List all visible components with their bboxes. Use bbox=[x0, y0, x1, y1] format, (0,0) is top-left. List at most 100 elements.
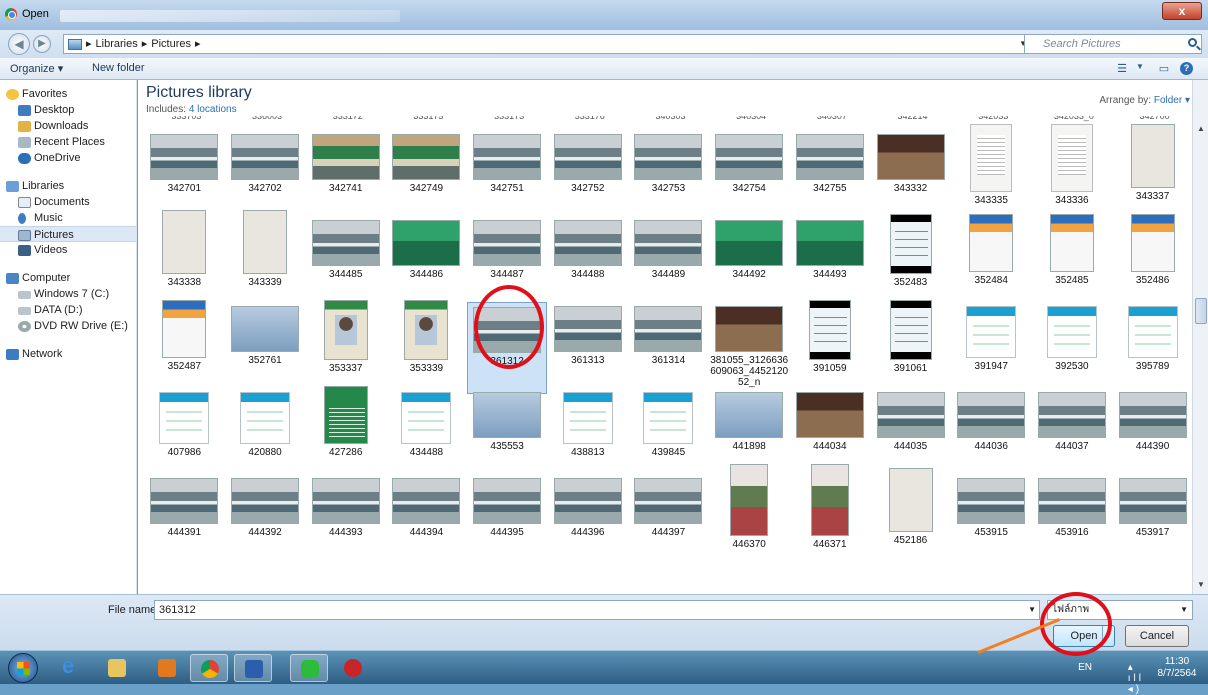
sidebar-item-onedrive[interactable]: OneDrive bbox=[0, 150, 136, 166]
scroll-down-icon[interactable]: ▼ bbox=[1197, 580, 1205, 589]
view-options-icon[interactable]: ☰ bbox=[1114, 62, 1130, 76]
sidebar-item-pictures[interactable]: Pictures bbox=[0, 226, 136, 242]
file-item[interactable]: 352483 bbox=[870, 214, 951, 302]
file-item[interactable]: 427286 bbox=[305, 386, 386, 474]
file-item[interactable]: 342701 bbox=[144, 130, 225, 216]
open-button[interactable]: Open ▼ bbox=[1053, 625, 1115, 647]
file-item[interactable]: 453917 bbox=[1112, 474, 1193, 560]
file-item[interactable]: 342752 bbox=[547, 130, 628, 216]
file-item[interactable]: 444392 bbox=[225, 474, 306, 560]
file-item[interactable]: 353337 bbox=[305, 300, 386, 388]
file-item[interactable]: 444394 bbox=[386, 474, 467, 560]
file-item[interactable]: 352484 bbox=[951, 214, 1032, 302]
file-item[interactable]: 352487 bbox=[144, 300, 225, 388]
scroll-thumb[interactable] bbox=[1195, 298, 1207, 324]
vertical-scrollbar[interactable]: ▲ ▼ bbox=[1192, 80, 1208, 594]
file-item[interactable]: 344485 bbox=[305, 216, 386, 302]
search-icon[interactable] bbox=[1188, 38, 1197, 47]
chrome-button[interactable] bbox=[190, 654, 228, 682]
file-item[interactable]: 392530 bbox=[1032, 302, 1113, 388]
file-item[interactable]: 420880 bbox=[225, 388, 306, 474]
file-item[interactable]: 343338 bbox=[144, 210, 225, 302]
chevron-down-icon[interactable]: ▼ bbox=[1028, 601, 1036, 619]
file-item[interactable]: 344493 bbox=[790, 216, 871, 302]
file-item[interactable]: 353339 bbox=[386, 300, 467, 388]
file-item[interactable]: 391059 bbox=[790, 300, 871, 388]
sidebar-item-computer[interactable]: Computer bbox=[0, 270, 136, 286]
file-item[interactable]: 361314 bbox=[628, 302, 709, 388]
file-item[interactable]: 439845 bbox=[628, 388, 709, 474]
file-item[interactable]: 343337 bbox=[1112, 124, 1193, 216]
file-item[interactable]: 344487 bbox=[467, 216, 548, 302]
crumb-libraries[interactable]: Libraries bbox=[96, 35, 138, 53]
file-item[interactable]: 352761 bbox=[225, 302, 306, 388]
sidebar-item-drive-e[interactable]: DVD RW Drive (E:) bbox=[0, 318, 136, 334]
file-item[interactable]: 352485 bbox=[1032, 214, 1113, 302]
file-item[interactable]: 344488 bbox=[547, 216, 628, 302]
file-item[interactable]: 342749 bbox=[386, 130, 467, 216]
search-input[interactable]: Search Pictures bbox=[1024, 34, 1202, 54]
file-item[interactable]: 444397 bbox=[628, 474, 709, 560]
open-split-dropdown[interactable]: ▼ bbox=[1102, 626, 1114, 646]
internet-explorer-button[interactable]: e bbox=[52, 654, 90, 682]
sidebar-item-videos[interactable]: Videos bbox=[0, 242, 136, 258]
file-item[interactable]: 343332 bbox=[870, 130, 951, 216]
file-item[interactable]: 444395 bbox=[467, 474, 548, 560]
file-item[interactable]: 444037 bbox=[1032, 388, 1113, 474]
file-item[interactable]: 444390 bbox=[1112, 388, 1193, 474]
sidebar-item-music[interactable]: Music bbox=[0, 210, 136, 226]
file-item[interactable]: 441898 bbox=[709, 388, 790, 474]
file-item[interactable]: 444391 bbox=[144, 474, 225, 560]
file-name-input[interactable]: 361312 ▼ bbox=[154, 600, 1040, 620]
file-item[interactable]: 407986 bbox=[144, 388, 225, 474]
line-button[interactable] bbox=[290, 654, 328, 682]
file-item[interactable]: 444396 bbox=[547, 474, 628, 560]
file-item[interactable]: 344486 bbox=[386, 216, 467, 302]
new-folder-button[interactable]: New folder bbox=[92, 62, 145, 74]
sidebar-item-desktop[interactable]: Desktop bbox=[0, 102, 136, 118]
sidebar-item-documents[interactable]: Documents bbox=[0, 194, 136, 210]
file-item[interactable]: 444393 bbox=[305, 474, 386, 560]
chevron-down-icon[interactable]: ▼ bbox=[1180, 601, 1188, 619]
crumb-pictures[interactable]: Pictures bbox=[151, 35, 191, 53]
file-item[interactable]: 391061 bbox=[870, 300, 951, 388]
explorer-button[interactable] bbox=[98, 654, 136, 682]
file-item[interactable]: 342702 bbox=[225, 130, 306, 216]
file-item[interactable]: 352486 bbox=[1112, 214, 1193, 302]
sidebar-item-favorites[interactable]: Favorites bbox=[0, 86, 136, 102]
media-player-button[interactable] bbox=[148, 654, 186, 682]
language-indicator[interactable]: EN bbox=[1078, 662, 1092, 673]
file-item[interactable]: 381055_3126636609063_445212052_n bbox=[709, 302, 790, 388]
file-item[interactable]: 361313 bbox=[547, 302, 628, 388]
close-button[interactable]: x bbox=[1162, 2, 1202, 20]
scroll-up-icon[interactable]: ▲ bbox=[1197, 124, 1205, 133]
file-item[interactable]: 444034 bbox=[790, 388, 871, 474]
file-item[interactable]: 453916 bbox=[1032, 474, 1113, 560]
sidebar-item-recent-places[interactable]: Recent Places bbox=[0, 134, 136, 150]
file-item[interactable]: 435553 bbox=[467, 388, 548, 474]
sidebar-item-drive-c[interactable]: Windows 7 (C:) bbox=[0, 286, 136, 302]
file-item[interactable]: 343336 bbox=[1032, 124, 1113, 216]
file-item[interactable]: 342741 bbox=[305, 130, 386, 216]
camera-app-button[interactable] bbox=[334, 654, 372, 682]
file-item[interactable]: 342754 bbox=[709, 130, 790, 216]
file-item[interactable]: 344492 bbox=[709, 216, 790, 302]
file-item[interactable]: 446371 bbox=[790, 464, 871, 560]
sidebar-item-libraries[interactable]: Libraries bbox=[0, 178, 136, 194]
arrange-by-dropdown[interactable]: Folder ▾ bbox=[1154, 95, 1190, 106]
file-item[interactable]: 452186 bbox=[870, 468, 951, 560]
organize-button[interactable]: Organize ▾ bbox=[10, 62, 63, 75]
file-item[interactable]: 444036 bbox=[951, 388, 1032, 474]
file-item[interactable]: 391947 bbox=[951, 302, 1032, 388]
cancel-button[interactable]: Cancel bbox=[1125, 625, 1189, 647]
breadcrumb[interactable]: ▸ Libraries ▸ Pictures ▸ ▼ bbox=[63, 34, 1031, 54]
word-button[interactable] bbox=[234, 654, 272, 682]
file-item[interactable]: 444035 bbox=[870, 388, 951, 474]
sidebar-item-network[interactable]: Network bbox=[0, 346, 136, 362]
file-item[interactable]: 342753 bbox=[628, 130, 709, 216]
file-item[interactable]: 343335 bbox=[951, 124, 1032, 216]
forward-button[interactable]: ▶ bbox=[33, 35, 51, 53]
sidebar-item-downloads[interactable]: Downloads bbox=[0, 118, 136, 134]
tray-icons[interactable]: ▴ ıll ◂) bbox=[1128, 662, 1144, 695]
file-item[interactable]: 361312 bbox=[466, 302, 548, 394]
